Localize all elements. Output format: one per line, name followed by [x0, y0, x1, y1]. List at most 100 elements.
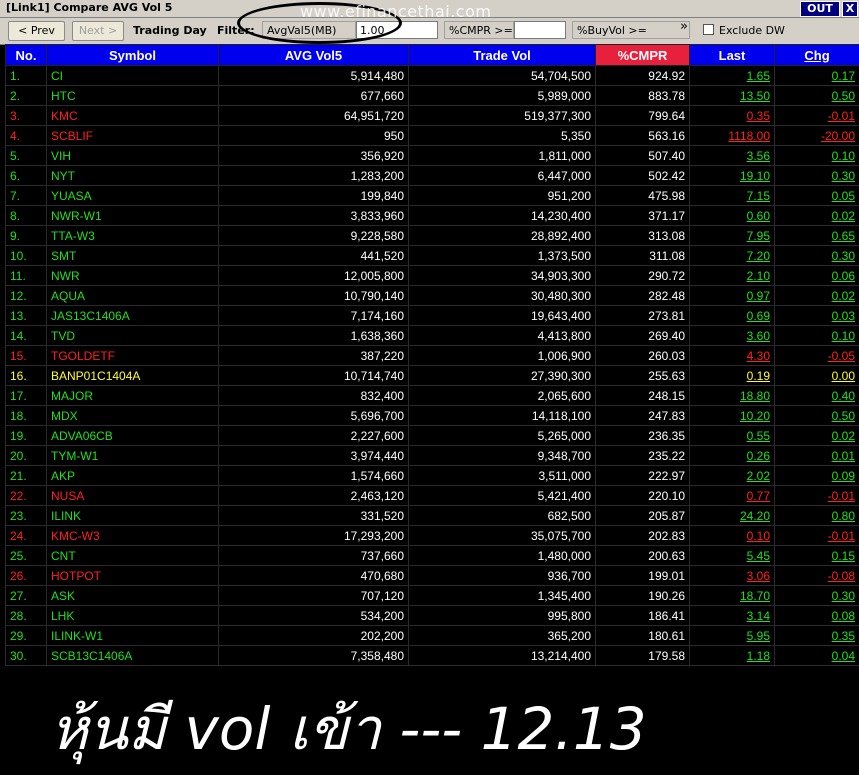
last-price-cell[interactable]: 3.14	[690, 606, 775, 626]
table-row[interactable]: 27.ASK707,1201,345,400190.2618.700.30	[6, 586, 859, 606]
change-cell[interactable]: 0.10	[775, 146, 859, 166]
table-row[interactable]: 3.KMC64,951,720519,377,300799.640.35-0.0…	[6, 106, 859, 126]
symbol-cell[interactable]: TGOLDETF	[47, 346, 219, 366]
symbol-cell[interactable]: MAJOR	[47, 386, 219, 406]
last-price-cell[interactable]: 13.50	[690, 86, 775, 106]
last-price-cell[interactable]: 0.97	[690, 286, 775, 306]
table-row[interactable]: 11.NWR12,005,80034,903,300290.722.100.06	[6, 266, 859, 286]
last-price-cell[interactable]: 3.56	[690, 146, 775, 166]
table-row[interactable]: 17.MAJOR832,4002,065,600248.1518.800.40	[6, 386, 859, 406]
symbol-cell[interactable]: KMC-W3	[47, 526, 219, 546]
table-row[interactable]: 20.TYM-W13,974,4409,348,700235.220.260.0…	[6, 446, 859, 466]
symbol-cell[interactable]: ILINK-W1	[47, 626, 219, 646]
table-row[interactable]: 9.TTA-W39,228,58028,892,400313.087.950.6…	[6, 226, 859, 246]
symbol-cell[interactable]: ILINK	[47, 506, 219, 526]
table-row[interactable]: 15.TGOLDETF387,2201,006,900260.034.30-0.…	[6, 346, 859, 366]
last-price-cell[interactable]: 1.18	[690, 646, 775, 666]
symbol-cell[interactable]: ADVA06CB	[47, 426, 219, 446]
symbol-cell[interactable]: NUSA	[47, 486, 219, 506]
change-cell[interactable]: -20.00	[775, 126, 859, 146]
symbol-cell[interactable]: SCBLIF	[47, 126, 219, 146]
last-price-cell[interactable]: 0.10	[690, 526, 775, 546]
last-price-cell[interactable]: 4.30	[690, 346, 775, 366]
change-cell[interactable]: 0.50	[775, 406, 859, 426]
symbol-cell[interactable]: HTC	[47, 86, 219, 106]
change-cell[interactable]: 0.01	[775, 446, 859, 466]
last-price-cell[interactable]: 7.15	[690, 186, 775, 206]
change-cell[interactable]: 0.08	[775, 606, 859, 626]
change-cell[interactable]: 0.10	[775, 326, 859, 346]
change-cell[interactable]: -0.01	[775, 486, 859, 506]
change-cell[interactable]: 0.40	[775, 386, 859, 406]
table-row[interactable]: 7.YUASA199,840951,200475.987.150.05	[6, 186, 859, 206]
change-cell[interactable]: 0.30	[775, 246, 859, 266]
symbol-cell[interactable]: NWR-W1	[47, 206, 219, 226]
symbol-cell[interactable]: HOTPOT	[47, 566, 219, 586]
change-cell[interactable]: 0.04	[775, 646, 859, 666]
symbol-cell[interactable]: BANP01C1404A	[47, 366, 219, 386]
last-price-cell[interactable]: 2.10	[690, 266, 775, 286]
symbol-cell[interactable]: KMC	[47, 106, 219, 126]
symbol-cell[interactable]: TYM-W1	[47, 446, 219, 466]
symbol-cell[interactable]: MDX	[47, 406, 219, 426]
table-row[interactable]: 18.MDX5,696,70014,118,100247.8310.200.50	[6, 406, 859, 426]
table-row[interactable]: 5.VIH356,9201,811,000507.403.560.10	[6, 146, 859, 166]
change-cell[interactable]: 0.17	[775, 66, 859, 86]
table-row[interactable]: 13.JAS13C1406A7,174,16019,643,400273.810…	[6, 306, 859, 326]
symbol-cell[interactable]: SCB13C1406A	[47, 646, 219, 666]
symbol-cell[interactable]: YUASA	[47, 186, 219, 206]
table-row[interactable]: 28.LHK534,200995,800186.413.140.08	[6, 606, 859, 626]
change-cell[interactable]: 0.05	[775, 186, 859, 206]
change-cell[interactable]: -0.01	[775, 106, 859, 126]
last-price-cell[interactable]: 7.95	[690, 226, 775, 246]
table-row[interactable]: 1.CI5,914,48054,704,500924.921.650.17	[6, 66, 859, 86]
table-row[interactable]: 26.HOTPOT470,680936,700199.013.06-0.08	[6, 566, 859, 586]
symbol-cell[interactable]: TTA-W3	[47, 226, 219, 246]
symbol-cell[interactable]: CNT	[47, 546, 219, 566]
column-header-no[interactable]: No.	[6, 45, 47, 66]
change-cell[interactable]: 0.06	[775, 266, 859, 286]
last-price-cell[interactable]: 19.10	[690, 166, 775, 186]
change-cell[interactable]: 0.00	[775, 366, 859, 386]
more-filters-icon[interactable]: »	[680, 19, 688, 34]
column-header-last[interactable]: Last	[690, 45, 775, 66]
last-price-cell[interactable]: 18.70	[690, 586, 775, 606]
table-row[interactable]: 24.KMC-W317,293,20035,075,700202.830.10-…	[6, 526, 859, 546]
change-cell[interactable]: 0.80	[775, 506, 859, 526]
last-price-cell[interactable]: 0.77	[690, 486, 775, 506]
last-price-cell[interactable]: 0.69	[690, 306, 775, 326]
table-row[interactable]: 14.TVD1,638,3604,413,800269.403.600.10	[6, 326, 859, 346]
symbol-cell[interactable]: JAS13C1406A	[47, 306, 219, 326]
exclude-dw-checkbox[interactable]	[703, 24, 714, 35]
last-price-cell[interactable]: 0.26	[690, 446, 775, 466]
last-price-cell[interactable]: 1.65	[690, 66, 775, 86]
column-header-chg[interactable]: Chg	[775, 45, 859, 66]
last-price-cell[interactable]: 24.20	[690, 506, 775, 526]
table-row[interactable]: 10.SMT441,5201,373,500311.087.200.30	[6, 246, 859, 266]
symbol-cell[interactable]: VIH	[47, 146, 219, 166]
change-cell[interactable]: 0.30	[775, 166, 859, 186]
symbol-cell[interactable]: ASK	[47, 586, 219, 606]
change-cell[interactable]: 0.30	[775, 586, 859, 606]
change-cell[interactable]: 0.35	[775, 626, 859, 646]
last-price-cell[interactable]: 0.55	[690, 426, 775, 446]
symbol-cell[interactable]: SMT	[47, 246, 219, 266]
symbol-cell[interactable]: AQUA	[47, 286, 219, 306]
table-row[interactable]: 8.NWR-W13,833,96014,230,400371.170.600.0…	[6, 206, 859, 226]
change-cell[interactable]: 0.09	[775, 466, 859, 486]
change-cell[interactable]: 0.50	[775, 86, 859, 106]
change-cell[interactable]: 0.15	[775, 546, 859, 566]
last-price-cell[interactable]: 1118.00	[690, 126, 775, 146]
change-cell[interactable]: 0.02	[775, 286, 859, 306]
change-cell[interactable]: 0.03	[775, 306, 859, 326]
last-price-cell[interactable]: 3.06	[690, 566, 775, 586]
table-row[interactable]: 12.AQUA10,790,14030,480,300282.480.970.0…	[6, 286, 859, 306]
column-header-trade-vol[interactable]: Trade Vol	[409, 45, 596, 66]
change-cell[interactable]: -0.01	[775, 526, 859, 546]
out-button[interactable]: OUT	[800, 1, 840, 17]
table-row[interactable]: 6.NYT1,283,2006,447,000502.4219.100.30	[6, 166, 859, 186]
symbol-cell[interactable]: NYT	[47, 166, 219, 186]
table-row[interactable]: 19.ADVA06CB2,227,6005,265,000236.350.550…	[6, 426, 859, 446]
change-cell[interactable]: 0.02	[775, 206, 859, 226]
change-cell[interactable]: 0.65	[775, 226, 859, 246]
